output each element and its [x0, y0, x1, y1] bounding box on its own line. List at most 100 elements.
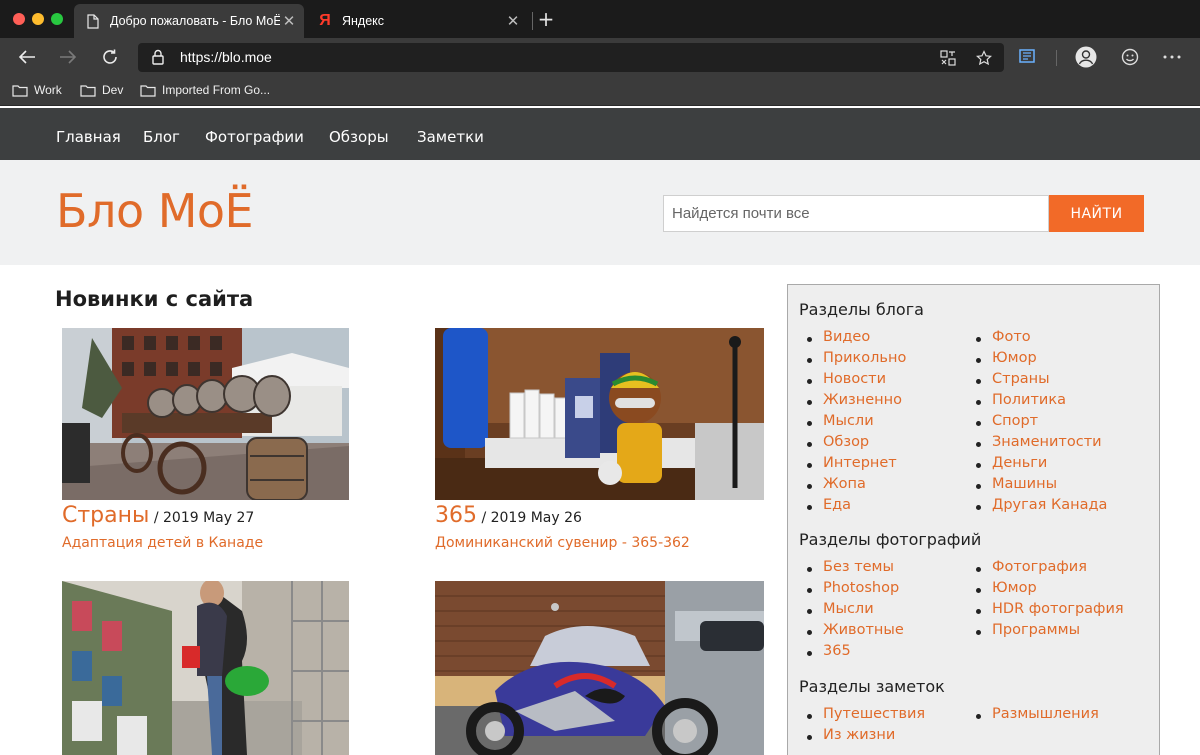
folder-icon	[80, 84, 96, 97]
post-title-link[interactable]: Адаптация детей в Канаде	[62, 535, 263, 551]
back-button[interactable]	[15, 45, 39, 69]
sidebar-link[interactable]: Размышления	[968, 706, 1099, 727]
sidebar-link[interactable]: Страны	[968, 371, 1107, 392]
post-image-barrels[interactable]	[62, 328, 349, 500]
search-button[interactable]: НАЙТИ	[1049, 195, 1144, 232]
sidebar-link[interactable]: Фотография	[968, 559, 1124, 580]
sidebar-link[interactable]: Животные	[799, 622, 904, 643]
sidebar-link[interactable]: Политика	[968, 392, 1107, 413]
profile-avatar-icon[interactable]	[1074, 46, 1098, 68]
sidebar-link[interactable]: Еда	[799, 497, 906, 518]
reload-button[interactable]	[98, 45, 122, 69]
translate-icon[interactable]	[938, 48, 958, 68]
sidebar-link[interactable]: Юмор	[968, 580, 1124, 601]
post-date: / 2019 May 26	[477, 510, 582, 526]
tab-title: Яндекс	[342, 14, 385, 28]
site-header: Бло МоЁ НАЙТИ	[0, 160, 1200, 265]
collections-icon[interactable]	[1016, 46, 1040, 68]
feedback-smiley-icon[interactable]	[1118, 46, 1142, 68]
sidebar-link[interactable]: Деньги	[968, 455, 1107, 476]
bookmark-label: Dev	[102, 83, 124, 97]
url-text: https://blo.moe	[180, 49, 272, 65]
post-category[interactable]: 365 / 2019 May 26	[435, 503, 582, 528]
sidebar-categories: Разделы блога Видео Прикольно Новости Жи…	[787, 284, 1160, 755]
sidebar-link[interactable]: Знаменитости	[968, 434, 1107, 455]
sidebar-link[interactable]: 365	[799, 643, 904, 664]
sidebar-link[interactable]: Photoshop	[799, 580, 904, 601]
sidebar-link[interactable]: Машины	[968, 476, 1107, 497]
sidebar-link[interactable]: Интернет	[799, 455, 906, 476]
notes-sections-list-right: Размышления	[968, 706, 1099, 727]
sidebar-link[interactable]: Мысли	[799, 413, 906, 434]
page-icon	[86, 13, 100, 29]
new-tab-button[interactable]: +	[536, 9, 556, 31]
site-navigation: Главная Блог Фотографии Обзоры Заметки	[0, 108, 1200, 160]
post-image-store[interactable]	[62, 581, 349, 755]
sidebar-link[interactable]: Спорт	[968, 413, 1107, 434]
sidebar-link[interactable]: Жопа	[799, 476, 906, 497]
sidebar-link[interactable]: Прикольно	[799, 350, 906, 371]
toolbar-divider	[1056, 50, 1057, 66]
blog-sections-heading: Разделы блога	[799, 300, 924, 319]
notes-sections-list-left: Путешествия Из жизни	[799, 706, 925, 748]
folder-icon	[12, 84, 28, 97]
blog-sections-list-left: Видео Прикольно Новости Жизненно Мысли О…	[799, 329, 906, 518]
folder-icon	[140, 84, 156, 97]
nav-home[interactable]: Главная	[56, 128, 121, 146]
sidebar-link[interactable]: HDR фотография	[968, 601, 1124, 622]
post-category-label[interactable]: Страны	[62, 503, 149, 528]
sidebar-link[interactable]: Фото	[968, 329, 1107, 350]
sidebar-link[interactable]: Мысли	[799, 601, 904, 622]
yandex-logo-icon: Я	[319, 12, 331, 29]
post-date: / 2019 May 27	[149, 510, 255, 526]
photo-sections-list-left: Без темы Photoshop Мысли Животные 365	[799, 559, 904, 664]
bookmark-label: Work	[34, 83, 62, 97]
sidebar-link[interactable]: Обзор	[799, 434, 906, 455]
post-image-motorcycle[interactable]	[435, 581, 764, 755]
sidebar-link[interactable]: Другая Канада	[968, 497, 1107, 518]
tab-divider	[532, 12, 533, 30]
tab-title: Добро пожаловать - Бло МоЁ	[110, 14, 280, 28]
sidebar-link[interactable]: Программы	[968, 622, 1124, 643]
sidebar-link[interactable]: Из жизни	[799, 727, 925, 748]
blog-sections-list-right: Фото Юмор Страны Политика Спорт Знаменит…	[968, 329, 1107, 518]
close-tab-icon[interactable]: ✕	[504, 12, 522, 30]
tab-blo-moe[interactable]: Добро пожаловать - Бло МоЁ ✕	[74, 4, 304, 38]
sidebar-link[interactable]: Видео	[799, 329, 906, 350]
photo-sections-heading: Разделы фотографий	[799, 530, 982, 549]
more-menu-icon[interactable]	[1160, 46, 1184, 68]
post-category[interactable]: Страны / 2019 May 27	[62, 503, 254, 528]
nav-photos[interactable]: Фотографии	[205, 128, 304, 146]
sidebar-link[interactable]: Жизненно	[799, 392, 906, 413]
search-input[interactable]	[663, 195, 1049, 232]
lock-icon	[152, 49, 164, 69]
tab-yandex[interactable]: Я Яндекс ✕	[306, 4, 528, 38]
bookmark-folder-work[interactable]: Work	[12, 83, 62, 97]
bookmark-folder-imported[interactable]: Imported From Go...	[140, 83, 270, 97]
browser-toolbar: https://blo.moe	[0, 38, 1200, 76]
nav-reviews[interactable]: Обзоры	[329, 128, 389, 146]
close-tab-icon[interactable]: ✕	[280, 12, 298, 30]
sidebar-link[interactable]: Новости	[799, 371, 906, 392]
notes-sections-heading: Разделы заметок	[799, 677, 945, 696]
minimize-window-button[interactable]	[32, 13, 44, 25]
bookmarks-bar: Work Dev Imported From Go...	[0, 76, 1200, 106]
bookmark-folder-dev[interactable]: Dev	[80, 83, 123, 97]
nav-notes[interactable]: Заметки	[417, 128, 484, 146]
photo-sections-list-right: Фотография Юмор HDR фотография Программы	[968, 559, 1124, 643]
sidebar-link[interactable]: Юмор	[968, 350, 1107, 371]
post-title-link[interactable]: Доминиканский сувенир - 365-362	[435, 535, 690, 551]
site-logo[interactable]: Бло МоЁ	[56, 184, 254, 238]
forward-button[interactable]	[56, 45, 80, 69]
sidebar-link[interactable]: Путешествия	[799, 706, 925, 727]
post-category-label[interactable]: 365	[435, 503, 477, 528]
close-window-button[interactable]	[13, 13, 25, 25]
nav-blog[interactable]: Блог	[143, 128, 180, 146]
address-bar[interactable]: https://blo.moe	[138, 43, 1004, 72]
browser-tabstrip: Добро пожаловать - Бло МоЁ ✕ Я Яндекс ✕ …	[0, 0, 1200, 38]
sidebar-link[interactable]: Без темы	[799, 559, 904, 580]
favorite-star-icon[interactable]	[974, 48, 994, 68]
maximize-window-button[interactable]	[51, 13, 63, 25]
post-image-souvenir[interactable]	[435, 328, 764, 500]
bookmark-label: Imported From Go...	[162, 83, 271, 97]
